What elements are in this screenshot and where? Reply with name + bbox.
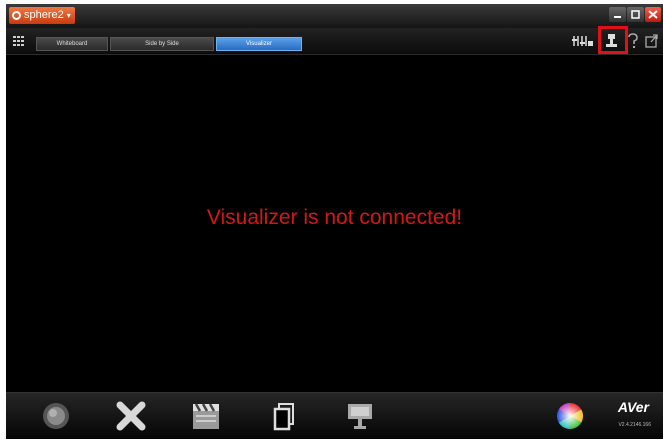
close-x-icon[interactable] — [115, 401, 147, 431]
export-icon[interactable] — [645, 33, 659, 49]
bottom-toolbar: AVer V2.4.2146.166 — [6, 392, 663, 439]
record-icon[interactable] — [40, 401, 72, 431]
close-icon — [648, 10, 658, 19]
minimize-icon — [614, 16, 621, 18]
settings-sliders-icon[interactable] — [572, 33, 594, 49]
title-bar: sphere2 ▾ — [6, 4, 663, 28]
connection-status-message: Visualizer is not connected! — [206, 206, 463, 229]
minimize-button[interactable] — [609, 7, 626, 22]
tab-visualizer[interactable]: Visualizer — [216, 37, 302, 51]
help-icon[interactable] — [627, 33, 640, 49]
maximize-button[interactable] — [627, 7, 644, 22]
file-copy-icon[interactable] — [270, 401, 302, 431]
version-label: V2.4.2146.166 — [618, 422, 651, 428]
app-name: sphere2 — [24, 9, 64, 21]
clapperboard-icon[interactable] — [190, 401, 222, 431]
aver-logo: AVer — [617, 399, 649, 415]
tab-whiteboard[interactable]: Whiteboard — [36, 37, 108, 51]
toolbar: Whiteboard Side by Side Visualizer — [6, 28, 663, 55]
mode-tabs: Whiteboard Side by Side Visualizer — [36, 37, 304, 51]
presentation-icon[interactable] — [344, 401, 376, 431]
highlight-box — [598, 26, 628, 54]
app-menu-button[interactable]: sphere2 ▾ — [9, 7, 75, 24]
sphere-logo-icon — [12, 11, 21, 20]
chevron-down-icon: ▾ — [66, 11, 71, 20]
tab-side-by-side[interactable]: Side by Side — [110, 37, 214, 51]
app-window: sphere2 ▾ Whiteboard Side by Side Visual… — [6, 4, 663, 439]
maximize-icon — [631, 10, 640, 19]
grid-menu-icon[interactable] — [13, 36, 24, 46]
close-window-button[interactable] — [645, 7, 661, 22]
color-wheel-icon[interactable] — [554, 401, 586, 431]
